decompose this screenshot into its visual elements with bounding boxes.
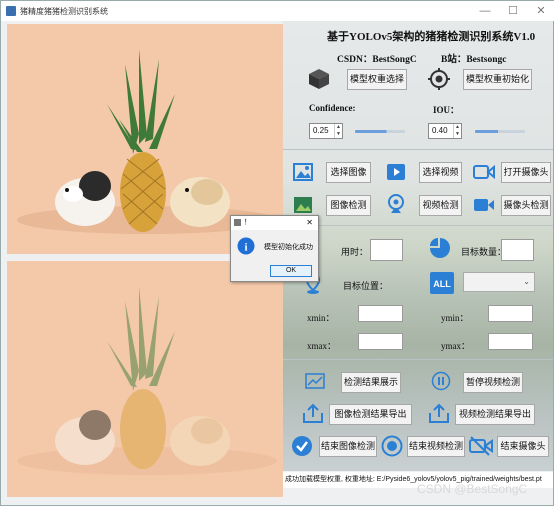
- video-detect-button[interactable]: 视频检测: [419, 195, 462, 216]
- watermark-text: CSDN @BestSongC: [417, 482, 528, 496]
- dialog-app-icon: [234, 219, 241, 226]
- confidence-label: Confidence:: [309, 103, 356, 113]
- spin-arrows-icon[interactable]: ▲ ▼: [453, 124, 461, 138]
- confidence-slider[interactable]: [355, 130, 405, 133]
- iou-slider[interactable]: [475, 130, 525, 133]
- ymin-label: ymin：: [441, 313, 469, 323]
- ok-button[interactable]: OK: [270, 265, 312, 277]
- image-detect-icon: [294, 197, 312, 213]
- divider: [283, 149, 553, 150]
- pineapple-guinea-pig-photo: [7, 24, 283, 240]
- camera-off-icon: [469, 436, 493, 456]
- iou-spinbox[interactable]: 0.40 ▲ ▼: [428, 123, 462, 139]
- target-select[interactable]: ⌄: [463, 272, 535, 292]
- title-bar: 猪精度猪猪检测识别系统 — ☐ ✕: [1, 1, 554, 21]
- camera-detect-icon: [474, 199, 494, 211]
- count-field: [501, 239, 534, 261]
- minimize-icon[interactable]: —: [471, 1, 499, 21]
- divider: [283, 225, 553, 226]
- upload-image-icon: [303, 403, 323, 423]
- line-chart-icon: [305, 373, 325, 389]
- iou-label: IOU：: [433, 105, 460, 115]
- svg-text:ALL: ALL: [433, 279, 451, 289]
- export-image-button[interactable]: 图像检测结果导出: [329, 404, 412, 425]
- svg-text:i: i: [244, 242, 247, 254]
- select-video-button[interactable]: 选择视频: [419, 162, 462, 183]
- main-window: 猪精度猪猪检测识别系统 — ☐ ✕ 基于YOLOv5架构的猪猪检测识别系统V1.…: [0, 0, 554, 506]
- dialog-message: 模型初始化成功: [264, 244, 313, 251]
- dialog-title: ！: [244, 219, 251, 226]
- ymin-field: [488, 305, 533, 322]
- count-label: 目标数量：: [461, 247, 507, 257]
- xmax-label: xmax：: [307, 341, 336, 351]
- close-icon[interactable]: ✕: [306, 216, 313, 230]
- spin-arrows-icon[interactable]: ▲ ▼: [334, 124, 342, 138]
- maximize-icon[interactable]: ☐: [499, 1, 527, 21]
- ymax-field: [488, 333, 533, 350]
- show-results-button[interactable]: 检测结果展示: [341, 372, 401, 393]
- target-init-icon: [428, 68, 450, 90]
- stop-icon: [381, 435, 403, 457]
- confidence-value: 0.25: [313, 126, 329, 135]
- xmin-label: xmin：: [307, 313, 335, 323]
- bilibili-label: B站：Bestsongc: [441, 55, 507, 65]
- webcam-icon: [388, 194, 404, 213]
- all-targets-icon: ALL: [430, 272, 454, 294]
- pause-icon: [431, 371, 451, 391]
- end-video-detect-button[interactable]: 结束视频检测: [407, 436, 465, 457]
- export-video-button[interactable]: 视频检测结果导出: [455, 404, 535, 425]
- end-image-detect-button[interactable]: 结束图像检测: [319, 436, 377, 457]
- check-circle-icon: [292, 436, 312, 456]
- confidence-spinbox[interactable]: 0.25 ▲ ▼: [309, 123, 343, 139]
- open-camera-button[interactable]: 打开摄像头: [501, 162, 551, 183]
- image-icon: [293, 163, 313, 181]
- upload-video-icon: [429, 403, 449, 423]
- app-heading: 基于YOLOv5架构的猪猪检测识别系统V1.0: [327, 31, 536, 43]
- iou-value: 0.40: [432, 126, 448, 135]
- close-icon[interactable]: ✕: [527, 1, 554, 21]
- info-icon: i: [237, 237, 255, 255]
- select-weights-button[interactable]: 模型权重选择: [347, 69, 407, 90]
- divider: [283, 359, 553, 360]
- time-field: [370, 239, 403, 261]
- dialog-title-bar: ！ ✕: [231, 216, 318, 230]
- time-label: 用时：: [341, 247, 369, 257]
- window-title: 猪精度猪猪检测识别系统: [20, 6, 108, 16]
- pie-chart-icon: [430, 238, 450, 258]
- ymax-label: ymax：: [441, 341, 470, 351]
- image-detect-button[interactable]: 图像检测: [326, 195, 371, 216]
- detection-result-photo: [7, 261, 283, 477]
- xmin-field: [358, 305, 403, 322]
- pause-video-button[interactable]: 暂停视频检测: [463, 372, 523, 393]
- control-panel: 基于YOLOv5架构的猪猪检测识别系统V1.0 CSDN：BestSongC B…: [283, 21, 553, 471]
- app-icon: [6, 6, 16, 16]
- message-dialog: ！ ✕ i 模型初始化成功 OK: [230, 215, 319, 282]
- init-weights-button[interactable]: 模型权重初始化: [463, 69, 532, 90]
- model-cube-icon: [309, 69, 329, 89]
- csdn-label: CSDN：BestSongC: [337, 55, 417, 65]
- video-file-icon: [387, 164, 405, 180]
- select-image-button[interactable]: 选择图像: [326, 162, 371, 183]
- end-camera-button[interactable]: 结束摄像头: [497, 436, 549, 457]
- chevron-down-icon: ⌄: [523, 277, 530, 286]
- position-label: 目标位置：: [343, 281, 389, 291]
- camera-detect-button[interactable]: 摄像头检测: [501, 195, 551, 216]
- xmax-field: [358, 333, 403, 350]
- camera-icon: [473, 164, 495, 180]
- result-image-display: [7, 261, 283, 497]
